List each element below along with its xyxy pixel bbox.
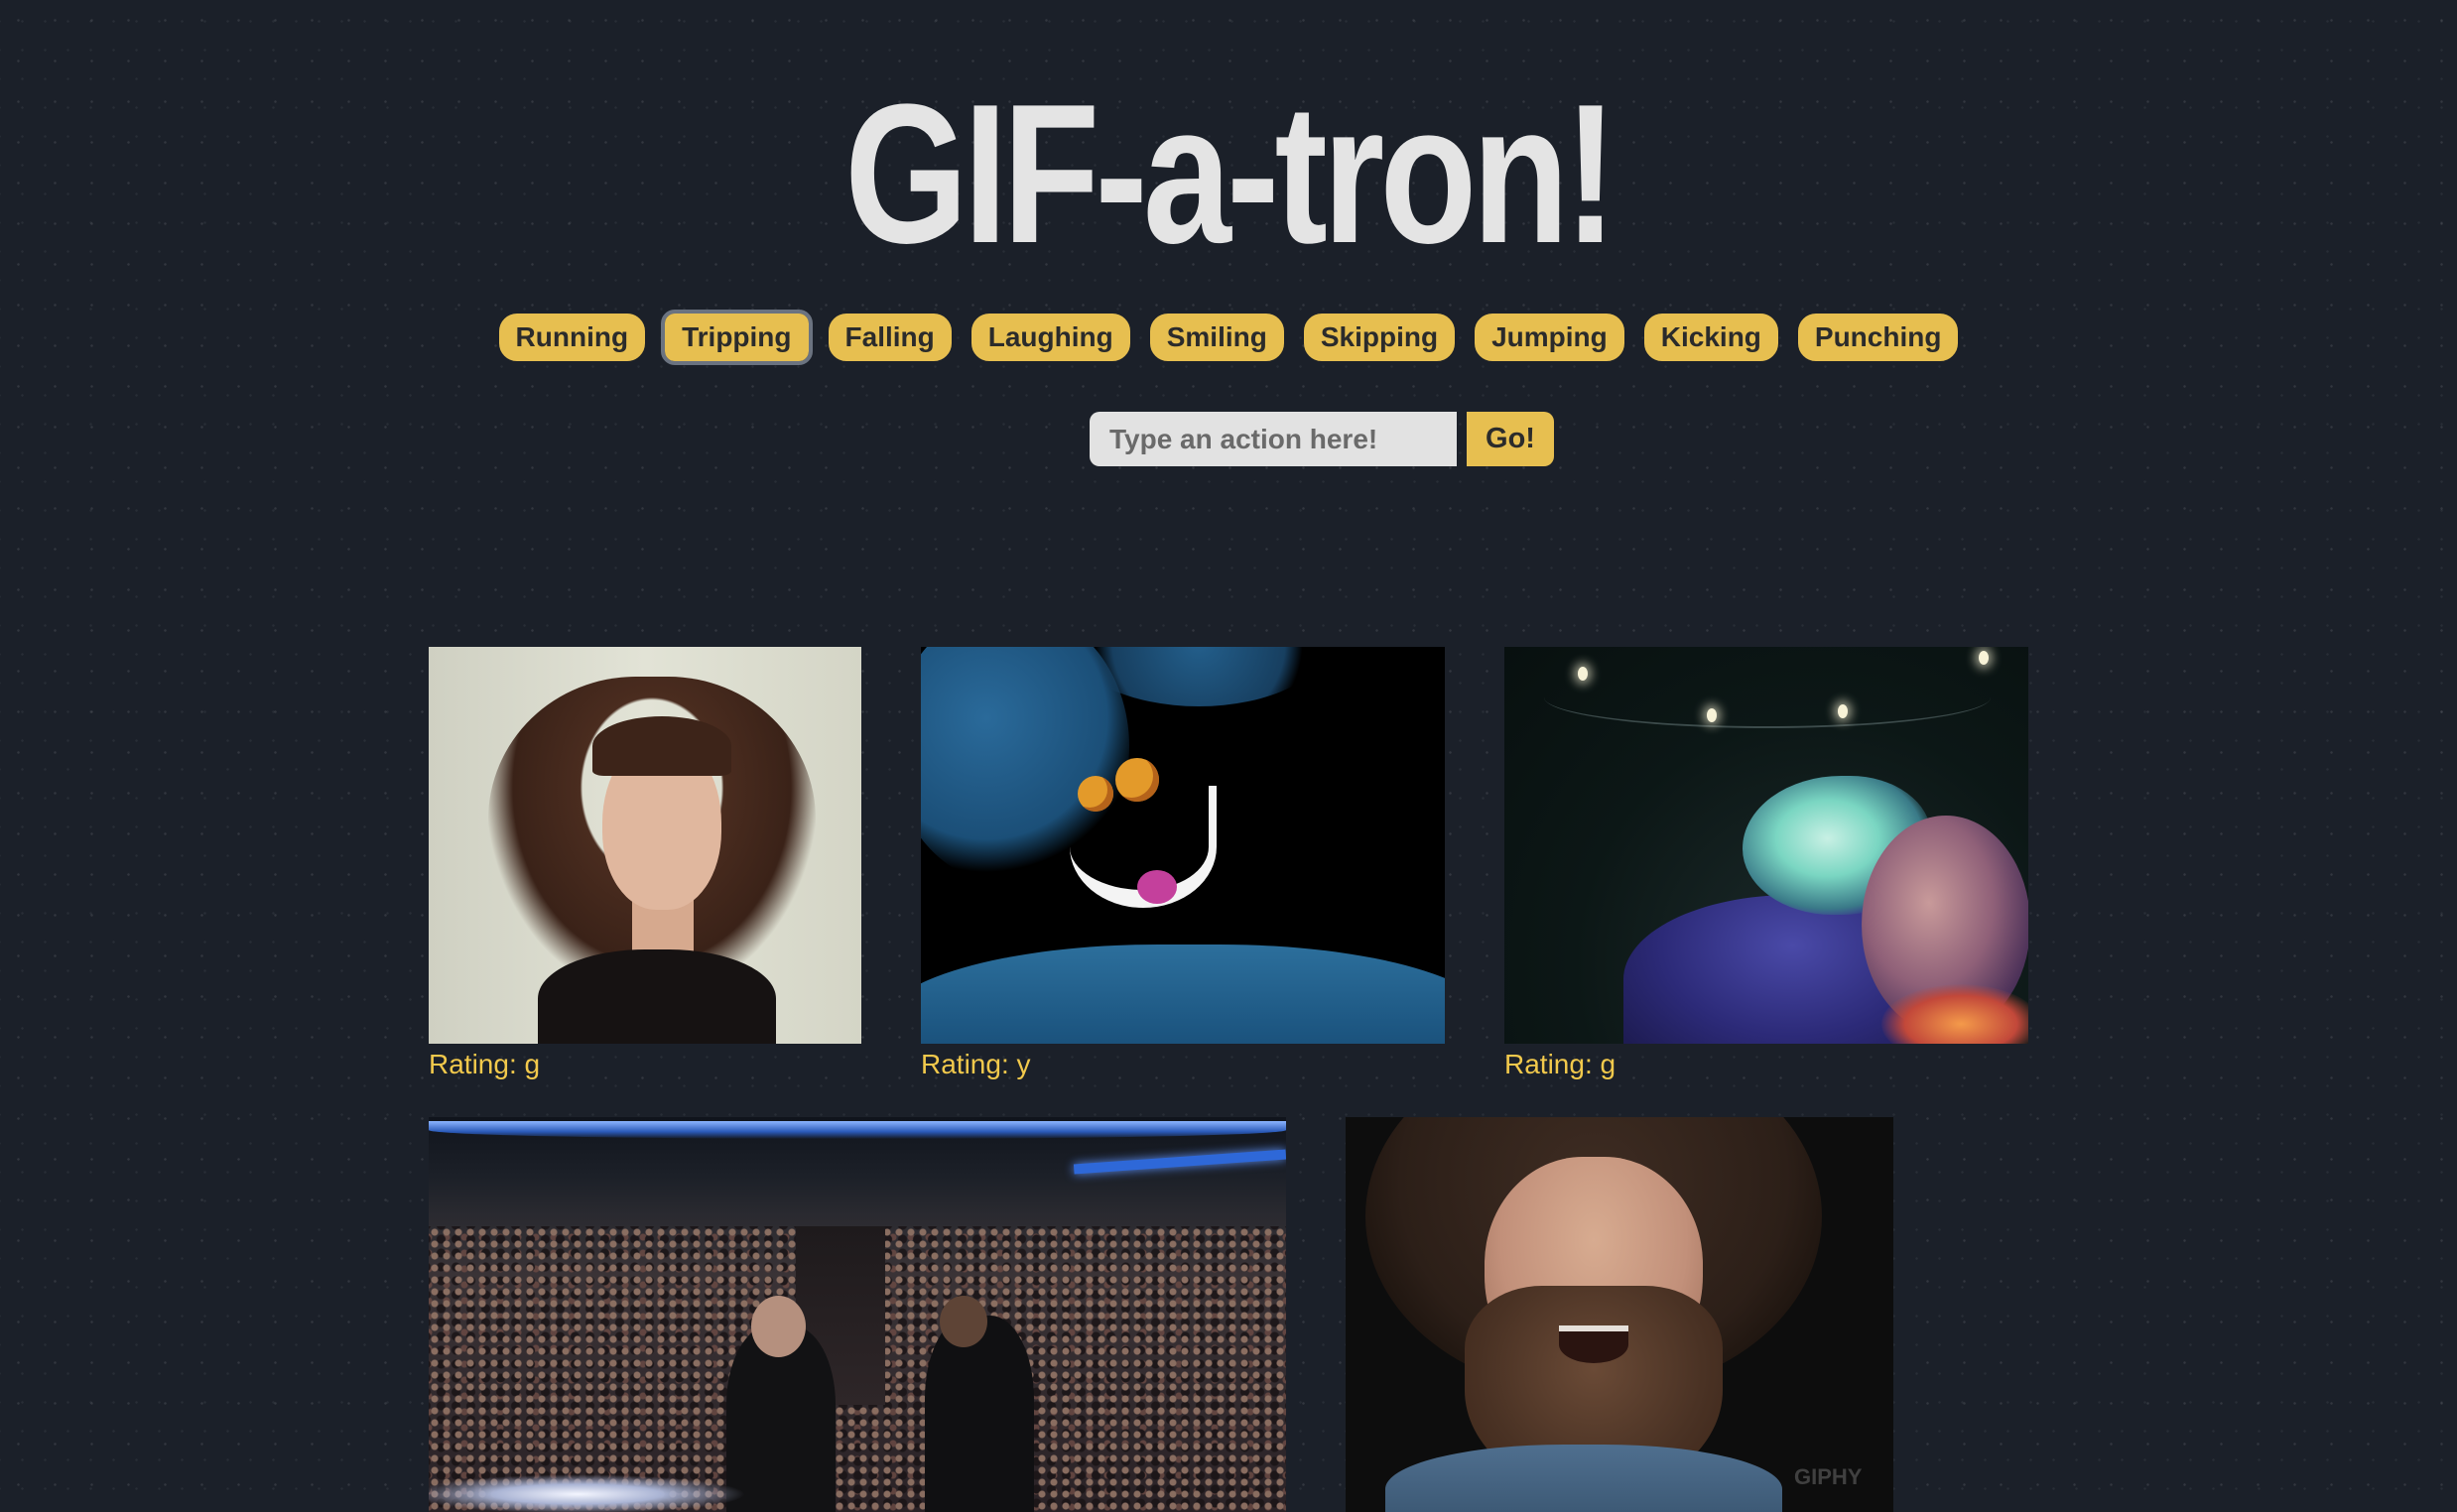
gif-content	[751, 1296, 806, 1357]
action-button-punching[interactable]: Punching	[1797, 314, 1959, 361]
gif-content	[1559, 1325, 1628, 1363]
action-button-falling[interactable]: Falling	[828, 314, 952, 361]
go-button[interactable]: Go!	[1467, 412, 1554, 466]
gif-image[interactable]	[921, 647, 1445, 1044]
search-form: Go!	[1090, 412, 1554, 466]
gif-content	[538, 949, 776, 1044]
gif-content	[921, 945, 1445, 1044]
gif-content	[1979, 651, 1989, 665]
gif-image[interactable]	[429, 647, 861, 1044]
action-button-skipping[interactable]: Skipping	[1303, 314, 1456, 361]
action-button-running[interactable]: Running	[498, 314, 646, 361]
gif-content	[925, 1316, 1034, 1512]
action-search-input[interactable]	[1090, 412, 1457, 466]
gif-rating: Rating: y	[921, 1049, 1031, 1079]
gif-content	[1073, 1149, 1286, 1175]
gif-content	[1544, 667, 1991, 728]
gif-rating: Rating: g	[429, 1049, 541, 1079]
gif-content	[1707, 708, 1717, 722]
action-button-kicking[interactable]: Kicking	[1643, 314, 1778, 361]
action-button-smiling[interactable]: Smiling	[1149, 314, 1284, 361]
action-button-bar: Running Tripping Falling Laughing Smilin…	[0, 310, 2457, 365]
giphy-watermark: GIPHY	[1794, 1464, 1863, 1489]
gif-content	[1838, 704, 1848, 718]
gif-image[interactable]	[1504, 647, 2028, 1044]
gif-content	[940, 1296, 987, 1347]
gif-content	[429, 1474, 746, 1512]
gif-image[interactable]: GIPHY	[1346, 1117, 1893, 1512]
gif-rating: Rating: g	[1504, 1049, 1616, 1079]
gif-content	[1578, 667, 1588, 681]
gif-content	[1385, 1445, 1782, 1512]
action-button-laughing[interactable]: Laughing	[970, 314, 1130, 361]
gif-content	[429, 1121, 1286, 1139]
action-button-jumping[interactable]: Jumping	[1475, 314, 1624, 361]
action-button-tripping[interactable]: Tripping	[661, 310, 813, 365]
gif-content	[1137, 870, 1177, 904]
gif-image[interactable]	[429, 1117, 1286, 1512]
page-title: GIF-a-tron!	[844, 63, 1616, 285]
gif-content	[592, 716, 731, 776]
